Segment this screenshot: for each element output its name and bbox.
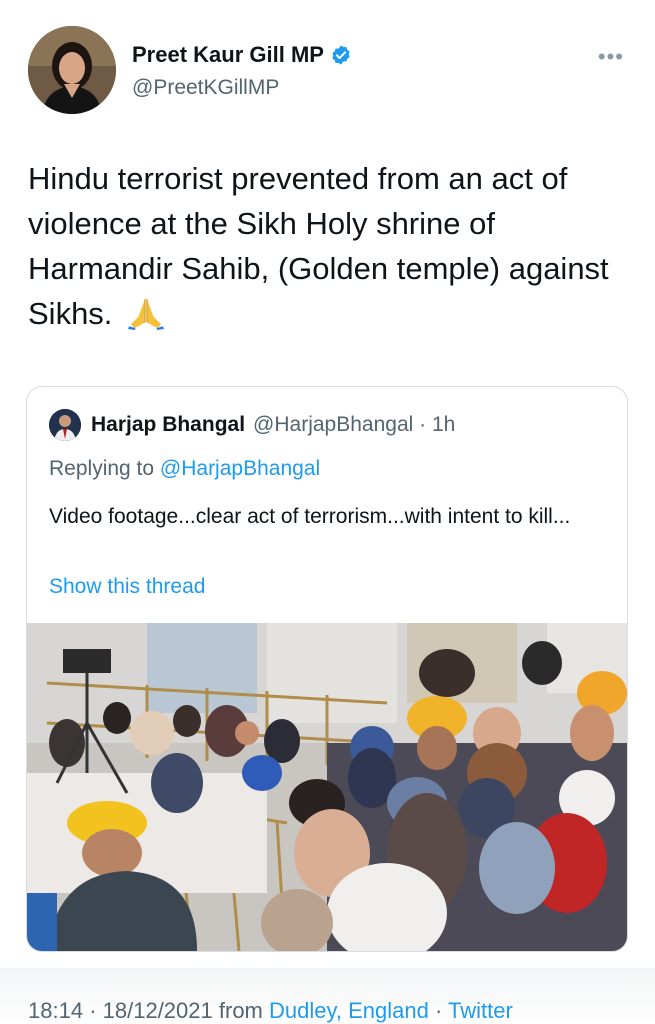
tweet-time[interactable]: 18:14 <box>28 998 83 1023</box>
quoted-tweet-text: Video footage...clear act of terrorism..… <box>49 505 571 528</box>
author-avatar[interactable] <box>28 26 116 114</box>
show-thread-link[interactable]: Show this thread <box>49 575 205 599</box>
replying-to-line: Replying to @HarjapBhangal <box>49 457 320 481</box>
quoted-tweet-card[interactable]: Harjap Bhangal @HarjapBhangal · 1h Reply… <box>26 386 628 952</box>
tweet-header: Preet Kaur Gill MP @PreetKGillMP ••• <box>26 24 636 120</box>
footer-separator: · <box>89 998 103 1023</box>
footer-separator-2: · <box>434 998 448 1023</box>
author-name-row: Preet Kaur Gill MP <box>132 42 352 68</box>
quoted-author-avatar <box>49 409 81 441</box>
quoted-separator: · <box>413 413 432 436</box>
author-name[interactable]: Preet Kaur Gill MP <box>132 42 324 68</box>
quoted-author-name: Harjap Bhangal <box>91 413 246 436</box>
quoted-video-thumbnail[interactable] <box>27 623 627 951</box>
tweet-date[interactable]: 18/12/2021 <box>103 998 213 1023</box>
replying-to-prefix: Replying to <box>49 457 155 480</box>
author-handle[interactable]: @PreetKGillMP <box>132 76 279 100</box>
replying-to-handle[interactable]: @HarjapBhangal <box>160 457 320 480</box>
quoted-author-handle: @HarjapBhangal <box>253 413 414 436</box>
tweet-location[interactable]: Dudley, England <box>269 998 429 1023</box>
tweet-body: Hindu terrorist prevented from an act of… <box>28 156 628 336</box>
quoted-tweet-header: Harjap Bhangal @HarjapBhangal · 1h <box>49 409 455 441</box>
verified-badge-icon <box>332 45 350 65</box>
from-label: from <box>218 998 263 1023</box>
tweet-source[interactable]: Twitter <box>448 998 513 1023</box>
quoted-timestamp: 1h <box>431 413 456 436</box>
folded-hands-emoji-icon <box>128 298 164 330</box>
tweet-text: Hindu terrorist prevented from an act of… <box>28 161 609 331</box>
tweet-footer: 18:14 · 18/12/2021 from Dudley, England … <box>0 968 655 1024</box>
tweet-metadata: 18:14 · 18/12/2021 from Dudley, England … <box>28 998 513 1024</box>
more-options-icon[interactable]: ••• <box>598 44 624 70</box>
